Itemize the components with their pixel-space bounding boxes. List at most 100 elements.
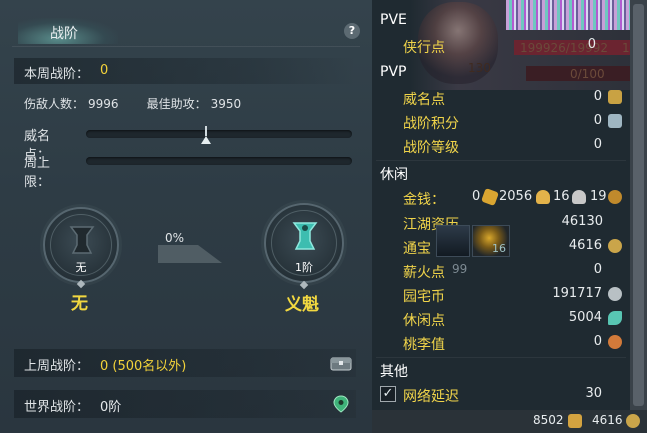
scrollbar[interactable]	[630, 0, 647, 410]
assist-value: 3950	[210, 97, 242, 111]
last-week-label: 上周战阶：	[24, 359, 90, 374]
world-rank-value: 0阶	[100, 400, 122, 415]
fame-progress-marker	[205, 126, 207, 136]
current-rank-medal[interactable]: 无	[43, 207, 119, 283]
item-label: 桃李值	[403, 337, 445, 353]
section-divider	[376, 160, 626, 161]
gold-ingot-icon	[481, 188, 499, 206]
item-label: 威名点	[403, 92, 445, 108]
world-rank-label: 世界战阶：	[24, 400, 90, 415]
weekly-cap-label: 周上限：	[24, 156, 51, 190]
next-rank-name: 义魁	[285, 295, 319, 315]
item-label: 园宅币	[403, 289, 445, 305]
currency-list[interactable]: 199926/19992 100% 130 0/100 PVE 侠行点 0 PV…	[372, 0, 647, 410]
world-rank-row: 世界战阶： 0阶	[14, 390, 356, 418]
item-value: 191717	[552, 286, 602, 301]
footer-left-value: 8502	[533, 413, 564, 427]
currency-footer: 8502 4616	[372, 410, 647, 433]
item-value: 4616	[568, 238, 602, 253]
item-label: 侠行点	[403, 40, 445, 56]
item-value: 30	[585, 386, 602, 401]
list-item: 战阶积分 0	[372, 109, 630, 133]
rank-panel: 战阶 ? 本周战阶： 0 伤敌人数： 9996 最佳助攻： 3950 威名点： 周上限…	[0, 0, 372, 433]
list-item: 园宅币 191717	[372, 282, 630, 306]
week-rank-label: 本周战阶：	[24, 67, 90, 82]
tongbao-coin-icon	[608, 239, 622, 253]
latency-checkbox[interactable]: ✓	[380, 386, 396, 402]
next-rank-caption: 1阶	[295, 261, 313, 274]
last-week-rank-row: 上周战阶： 0 (500名以外)	[14, 349, 356, 377]
item-value: 46130	[561, 214, 603, 229]
item-value: 0	[587, 37, 596, 52]
list-item: 桃李值 0	[372, 330, 630, 354]
list-item: 战阶等级 0	[372, 133, 630, 157]
item-label: 网络延迟	[403, 389, 459, 405]
item-label: 战阶等级	[403, 140, 459, 156]
wound-value: 9996	[88, 97, 119, 111]
bag-icon	[568, 414, 582, 428]
footer-right-value: 4616	[592, 413, 623, 427]
silver-coin-icon	[572, 190, 586, 204]
item-value: 0	[593, 137, 602, 152]
item-value: 5004	[568, 310, 602, 325]
section-other: 其他	[380, 364, 408, 380]
copper-value: 16	[553, 189, 570, 204]
help-icon[interactable]: ?	[344, 23, 360, 39]
list-item: 侠行点 0	[372, 33, 630, 57]
list-item: 通宝 4616	[372, 234, 630, 258]
next-rank-medal[interactable]: 1阶	[264, 203, 344, 283]
section-pvp: PVP	[380, 64, 407, 80]
silver-value: 2056	[499, 189, 533, 204]
leaf-icon	[608, 311, 622, 325]
cup-icon	[292, 222, 318, 250]
last-week-value: 0 (500名以外)	[100, 359, 187, 374]
item-value: 0	[593, 334, 602, 349]
tongbao-coin-icon	[626, 414, 640, 428]
rank-panel-header: 战阶 ?	[0, 14, 372, 46]
progress-arrow-icon	[158, 245, 222, 263]
combat-stats: 伤敌人数： 9996 最佳助攻： 3950	[24, 95, 245, 112]
coin-value: 19	[590, 189, 607, 204]
gold-value: 0	[472, 189, 481, 204]
cup-icon	[69, 226, 95, 254]
rank-panel-title: 战阶	[50, 26, 78, 42]
gold-coin-icon	[536, 190, 550, 204]
home-coin-icon	[608, 287, 622, 301]
week-rank-value: 0	[100, 63, 109, 78]
copper-coin-icon	[608, 190, 622, 204]
peach-icon	[608, 335, 622, 349]
rank-progress-percent: 0%	[165, 231, 185, 245]
rank-point-icon	[608, 114, 622, 128]
item-label: 薪火点	[403, 265, 445, 281]
currency-panel: 199926/19992 100% 130 0/100 PVE 侠行点 0 PV…	[372, 0, 647, 433]
item-label: 战阶积分	[403, 116, 459, 132]
list-item: 薪火点 99 0	[372, 258, 630, 282]
buff-strip	[506, 0, 647, 30]
list-item: 威名点 0	[372, 85, 630, 109]
rank-progress-area: 无 无 0% 1阶 义魁	[0, 195, 372, 325]
fame-progress-bar	[86, 126, 352, 144]
item-value: 0	[593, 113, 602, 128]
list-item: ✓ 网络延迟 30	[372, 382, 630, 406]
fame-progress-arrow	[201, 136, 211, 144]
current-rank-caption: 无	[75, 261, 87, 274]
current-rank-name: 无	[71, 294, 88, 314]
item-value: 0	[593, 262, 602, 277]
section-pve: PVE	[380, 12, 407, 28]
location-pin-icon[interactable]	[330, 395, 352, 413]
item-value: 0	[593, 89, 602, 104]
assist-label: 最佳助攻：	[146, 97, 207, 111]
section-leisure: 休闲	[380, 167, 408, 183]
list-item: 休闲点 5004	[372, 306, 630, 330]
money-row: 金钱： 0 2056 16 19	[372, 185, 630, 209]
header-divider	[12, 46, 360, 47]
money-label: 金钱：	[403, 192, 445, 208]
level-text: 130	[468, 61, 491, 75]
item-label: 休闲点	[403, 313, 445, 329]
fame-coin-icon	[608, 90, 622, 104]
chest-icon[interactable]	[330, 354, 352, 372]
scrollbar-thumb[interactable]	[633, 4, 644, 406]
item-label: 通宝	[403, 241, 431, 257]
weekly-cap-bar	[86, 157, 352, 165]
section-divider	[376, 357, 626, 358]
